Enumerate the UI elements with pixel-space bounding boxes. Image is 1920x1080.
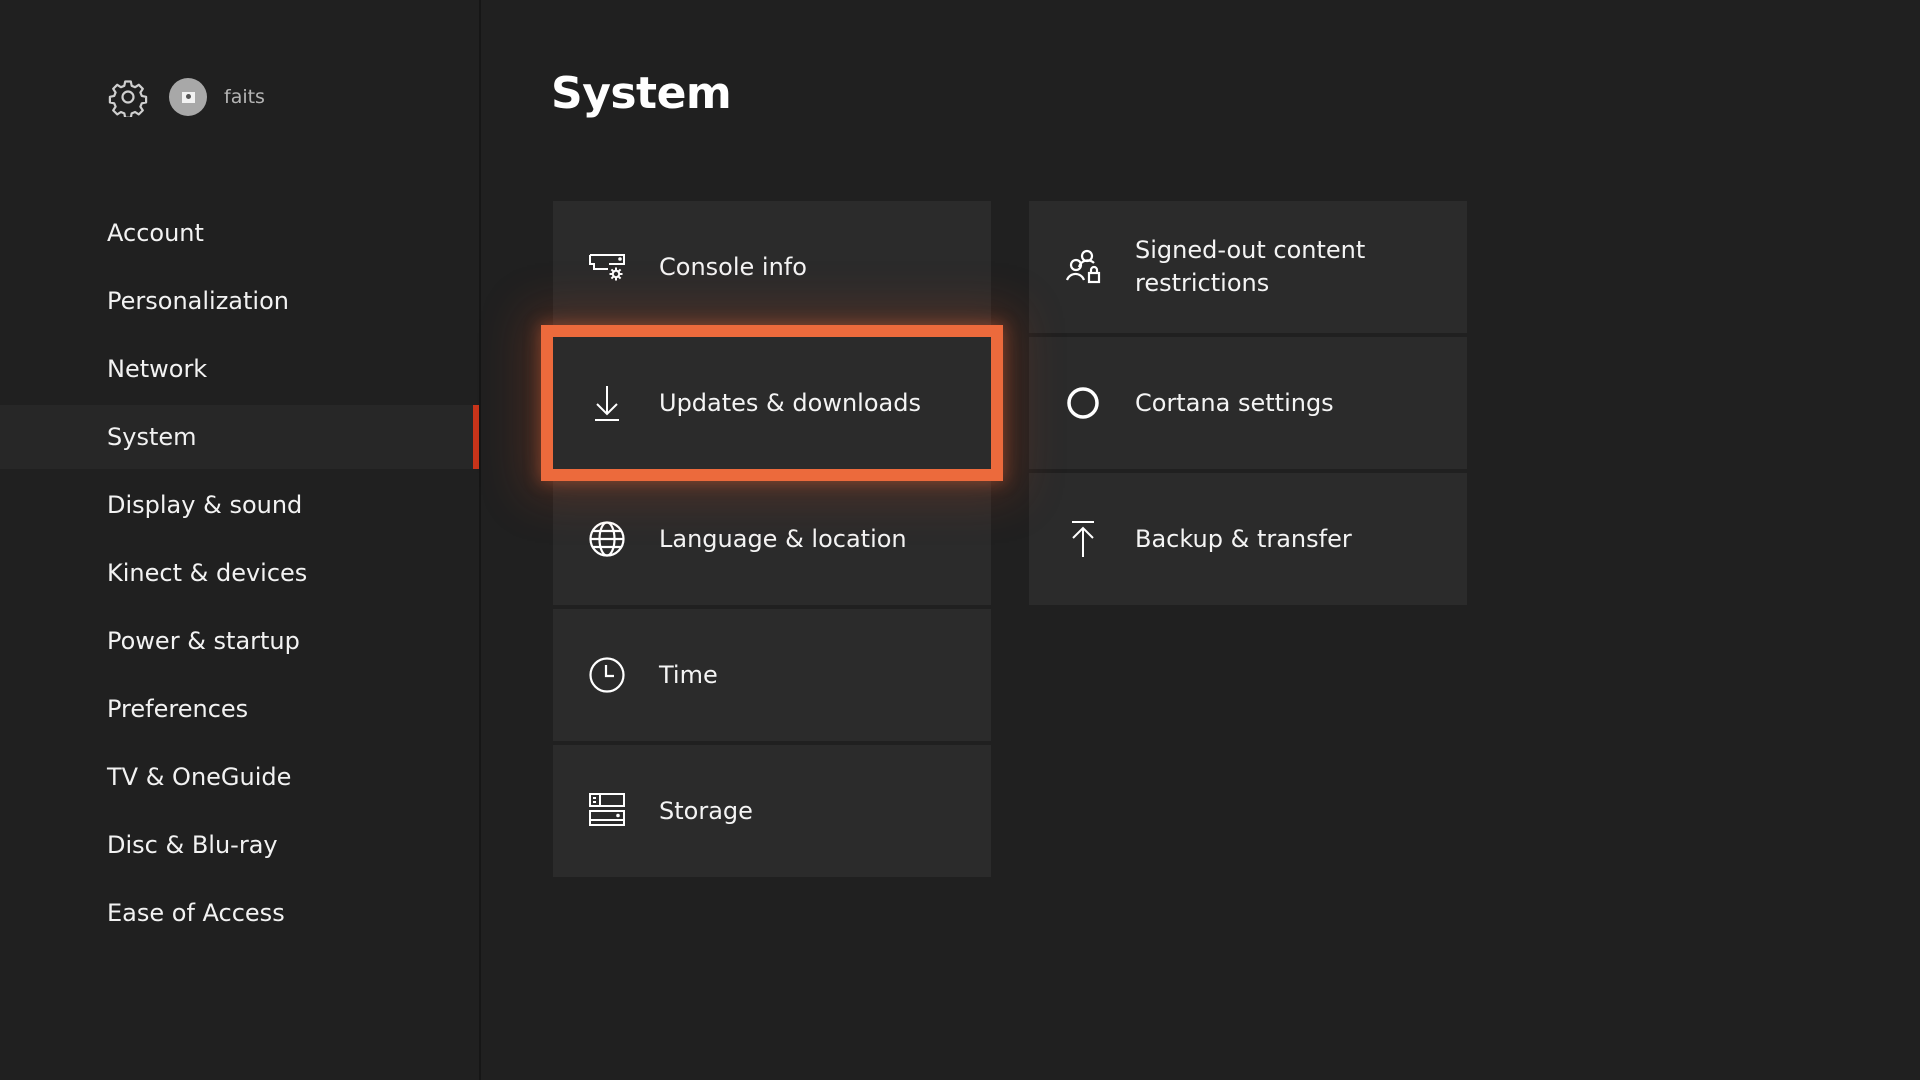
sidebar-nav: Account Personalization Network System D…	[0, 201, 481, 949]
sidebar-item-kinect-devices[interactable]: Kinect & devices	[0, 541, 481, 605]
sidebar-item-display-sound[interactable]: Display & sound	[0, 473, 481, 537]
tile-signed-out-content-restrictions[interactable]: Signed-out content restrictions	[1029, 201, 1467, 333]
sidebar-item-label: Kinect & devices	[107, 559, 308, 587]
sidebar-item-label: Network	[107, 355, 208, 383]
tile-label: Time	[659, 660, 718, 689]
tile-label: Language & location	[659, 524, 907, 553]
sidebar-item-label: Disc & Blu-ray	[107, 831, 278, 859]
cortana-icon	[1061, 381, 1105, 425]
profile-area: faits	[108, 76, 265, 118]
tile-label: Updates & downloads	[659, 388, 921, 417]
sidebar-item-label: Personalization	[107, 287, 289, 315]
sidebar-item-label: Display & sound	[107, 491, 303, 519]
gear-icon[interactable]	[108, 77, 148, 117]
tile-label: Storage	[659, 796, 753, 825]
sidebar-item-tv-oneguide[interactable]: TV & OneGuide	[0, 745, 481, 809]
tile-cortana-settings[interactable]: Cortana settings	[1029, 337, 1467, 469]
tile-language-location[interactable]: Language & location	[553, 473, 991, 605]
sidebar-item-power-startup[interactable]: Power & startup	[0, 609, 481, 673]
sidebar-divider	[479, 0, 481, 1080]
sidebar-item-label: Power & startup	[107, 627, 300, 655]
clock-icon	[585, 653, 629, 697]
tile-label: Cortana settings	[1135, 388, 1334, 417]
tile-label: Signed-out content restrictions	[1135, 236, 1366, 297]
tile-time[interactable]: Time	[553, 609, 991, 741]
download-icon	[585, 381, 629, 425]
tile-label: Console info	[659, 252, 807, 281]
sidebar-item-label: TV & OneGuide	[107, 763, 292, 791]
gamerpic-icon	[181, 91, 195, 103]
globe-icon	[585, 517, 629, 561]
sidebar-item-label: Account	[107, 219, 204, 247]
people-lock-icon	[1061, 245, 1105, 289]
page-title: System	[551, 68, 732, 119]
tile-label: Backup & transfer	[1135, 524, 1352, 553]
sidebar-item-network[interactable]: Network	[0, 337, 481, 401]
sidebar-item-personalization[interactable]: Personalization	[0, 269, 481, 333]
sidebar-item-label: Preferences	[107, 695, 249, 723]
upload-icon	[1061, 517, 1105, 561]
sidebar-item-account[interactable]: Account	[0, 201, 481, 265]
sidebar-item-label: Ease of Access	[107, 899, 285, 927]
storage-icon	[585, 789, 629, 833]
sidebar: faits Account Personalization Network Sy…	[0, 0, 481, 1080]
sidebar-item-disc-bluray[interactable]: Disc & Blu-ray	[0, 813, 481, 877]
sidebar-item-preferences[interactable]: Preferences	[0, 677, 481, 741]
tile-storage[interactable]: Storage	[553, 745, 991, 877]
username: faits	[224, 86, 265, 108]
tile-console-info[interactable]: Console info	[553, 201, 991, 333]
tile-updates-downloads[interactable]: Updates & downloads	[541, 325, 1003, 481]
sidebar-item-label: System	[107, 423, 197, 451]
tile-backup-transfer[interactable]: Backup & transfer	[1029, 473, 1467, 605]
sidebar-item-ease-of-access[interactable]: Ease of Access	[0, 881, 481, 945]
sidebar-item-system[interactable]: System	[0, 405, 481, 469]
avatar[interactable]	[169, 78, 207, 116]
console-info-icon	[585, 245, 629, 289]
